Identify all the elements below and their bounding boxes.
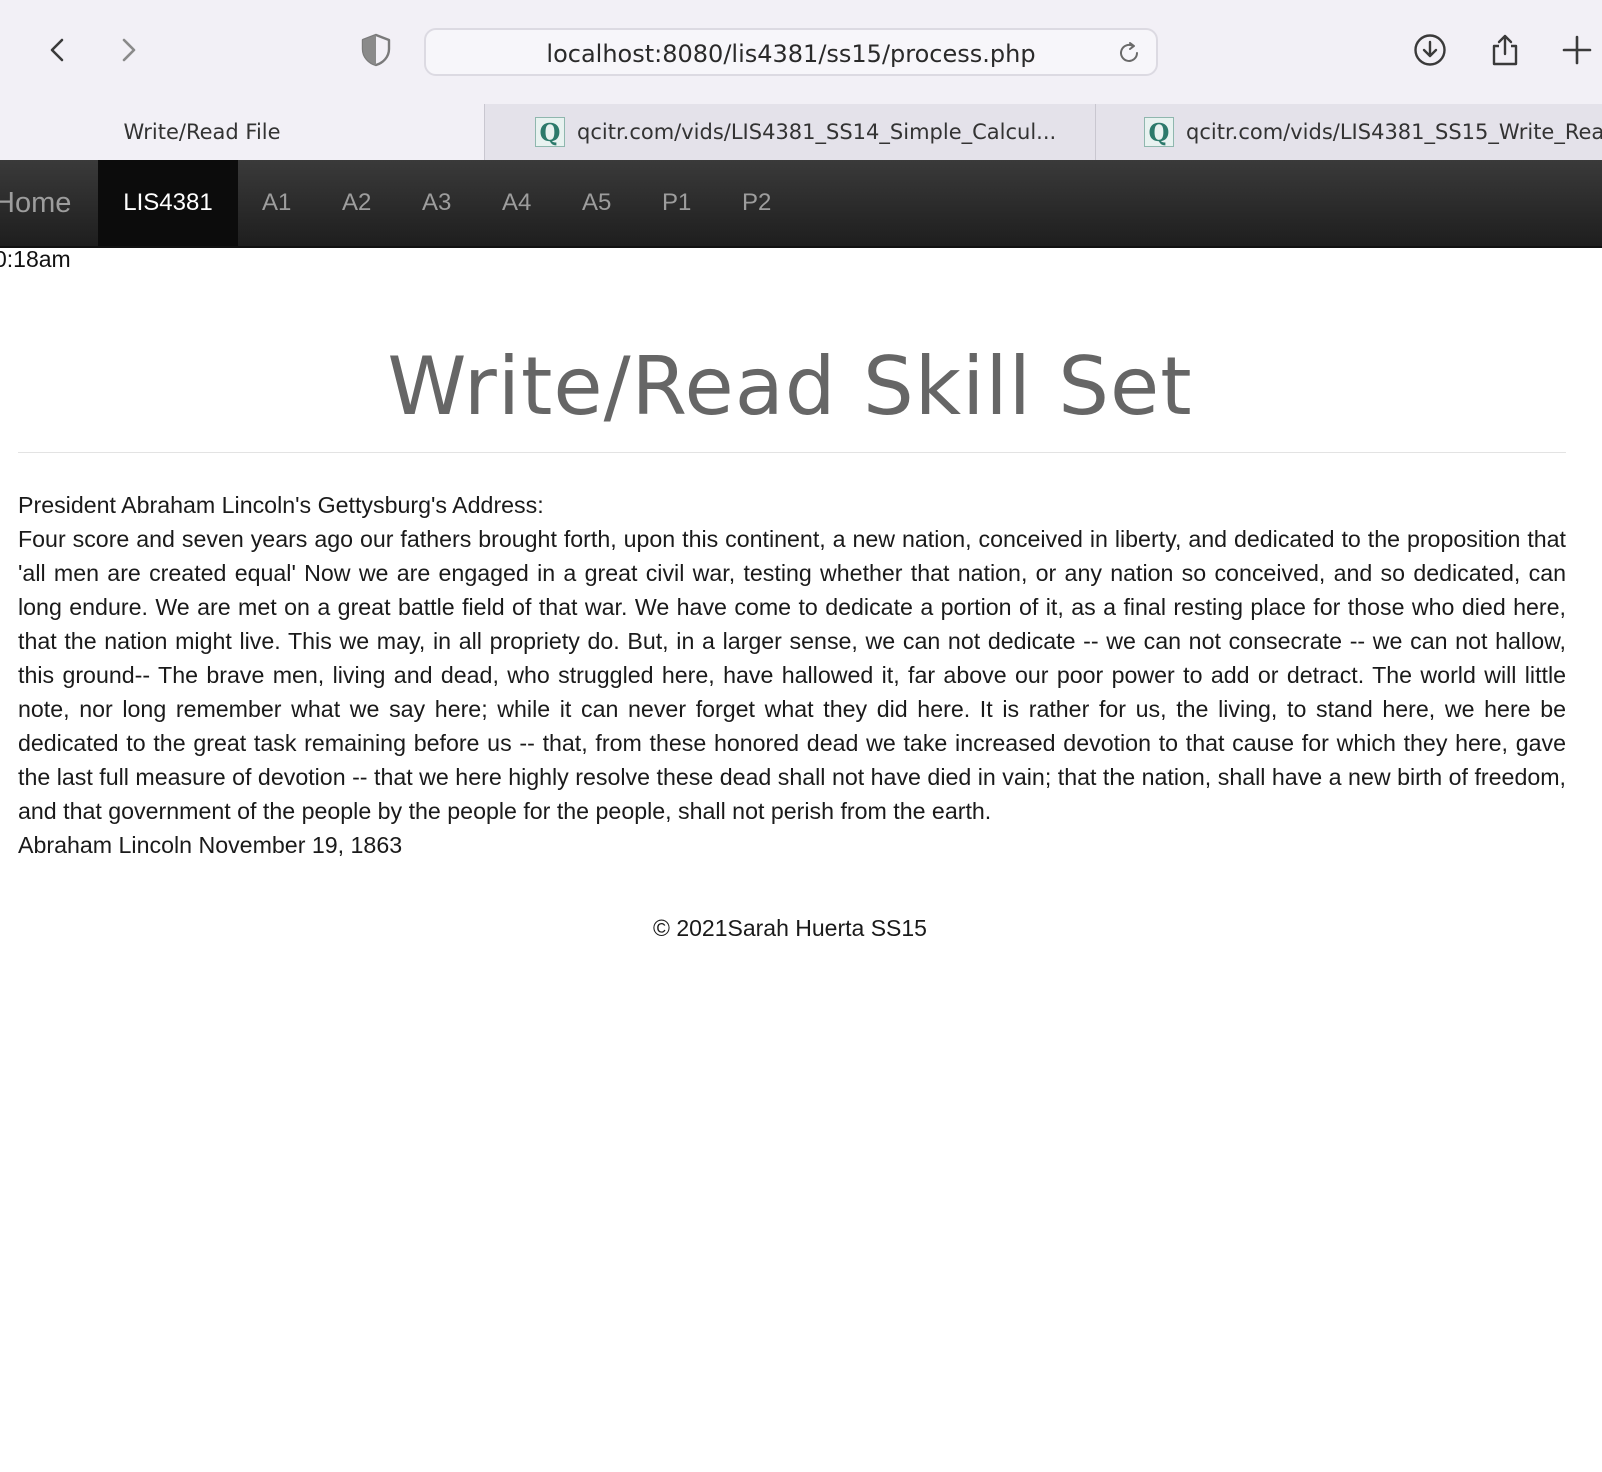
back-button[interactable] — [38, 30, 78, 70]
tab-label: qcitr.com/vids/LIS4381_SS14_Simple_Calcu… — [577, 120, 1057, 144]
nav-a4[interactable]: A4 — [502, 160, 531, 246]
qcitr-favicon-icon: Q — [1144, 117, 1174, 147]
tab-label: qcitr.com/vids/LIS4381_SS15_Write_Read — [1186, 120, 1602, 144]
browser-toolbar: localhost:8080/lis4381/ss15/process.php — [0, 0, 1602, 104]
clock-text: 0:18am — [0, 246, 71, 272]
nav-p2[interactable]: P2 — [742, 160, 771, 246]
tab-ss15-video[interactable]: Q qcitr.com/vids/LIS4381_SS15_Write_Read — [1095, 104, 1602, 160]
address-bar[interactable]: localhost:8080/lis4381/ss15/process.php — [424, 28, 1158, 76]
content-heading: President Abraham Lincoln's Gettysburg's… — [18, 492, 544, 518]
nav-p1[interactable]: P1 — [662, 160, 691, 246]
new-tab-button[interactable] — [1557, 30, 1597, 70]
nav-a5[interactable]: A5 — [582, 160, 611, 246]
nav-a3[interactable]: A3 — [422, 160, 451, 246]
qcitr-favicon-icon: Q — [535, 117, 565, 147]
nav-a1[interactable]: A1 — [262, 160, 291, 246]
reload-icon[interactable] — [1116, 40, 1142, 66]
tab-write-read-file[interactable]: Write/Read File — [0, 104, 484, 160]
chevron-left-icon — [50, 38, 64, 62]
share-button[interactable] — [1485, 30, 1525, 70]
download-icon — [1414, 34, 1446, 66]
gettysburg-address-text: Four score and seven years ago our fathe… — [18, 526, 1566, 824]
chevron-right-icon — [122, 38, 136, 62]
tab-strip: Write/Read File Q qcitr.com/vids/LIS4381… — [0, 104, 1602, 160]
shield-icon[interactable] — [358, 32, 394, 68]
page-footer: © 2021Sarah Huerta SS15 — [653, 915, 927, 941]
share-icon — [1492, 34, 1518, 66]
forward-button[interactable] — [108, 30, 148, 70]
page-title: Write/Read Skill Set — [387, 340, 1193, 433]
nav-a2[interactable]: A2 — [342, 160, 371, 246]
tab-label: Write/Read File — [123, 120, 281, 144]
nav-home[interactable]: Home — [0, 160, 71, 246]
nav-lis4381[interactable]: LIS4381 — [98, 160, 238, 246]
signature-line: Abraham Lincoln November 19, 1863 — [18, 832, 403, 858]
download-button[interactable] — [1410, 30, 1450, 70]
plus-icon — [1562, 35, 1592, 65]
tab-ss14-video[interactable]: Q qcitr.com/vids/LIS4381_SS14_Simple_Cal… — [484, 104, 1095, 160]
file-content: President Abraham Lincoln's Gettysburg's… — [18, 488, 1566, 862]
title-divider — [18, 452, 1566, 453]
site-navbar: Home LIS4381 A1 A2 A3 A4 A5 P1 P2 — [0, 160, 1602, 248]
address-url: localhost:8080/lis4381/ss15/process.php — [546, 40, 1036, 68]
